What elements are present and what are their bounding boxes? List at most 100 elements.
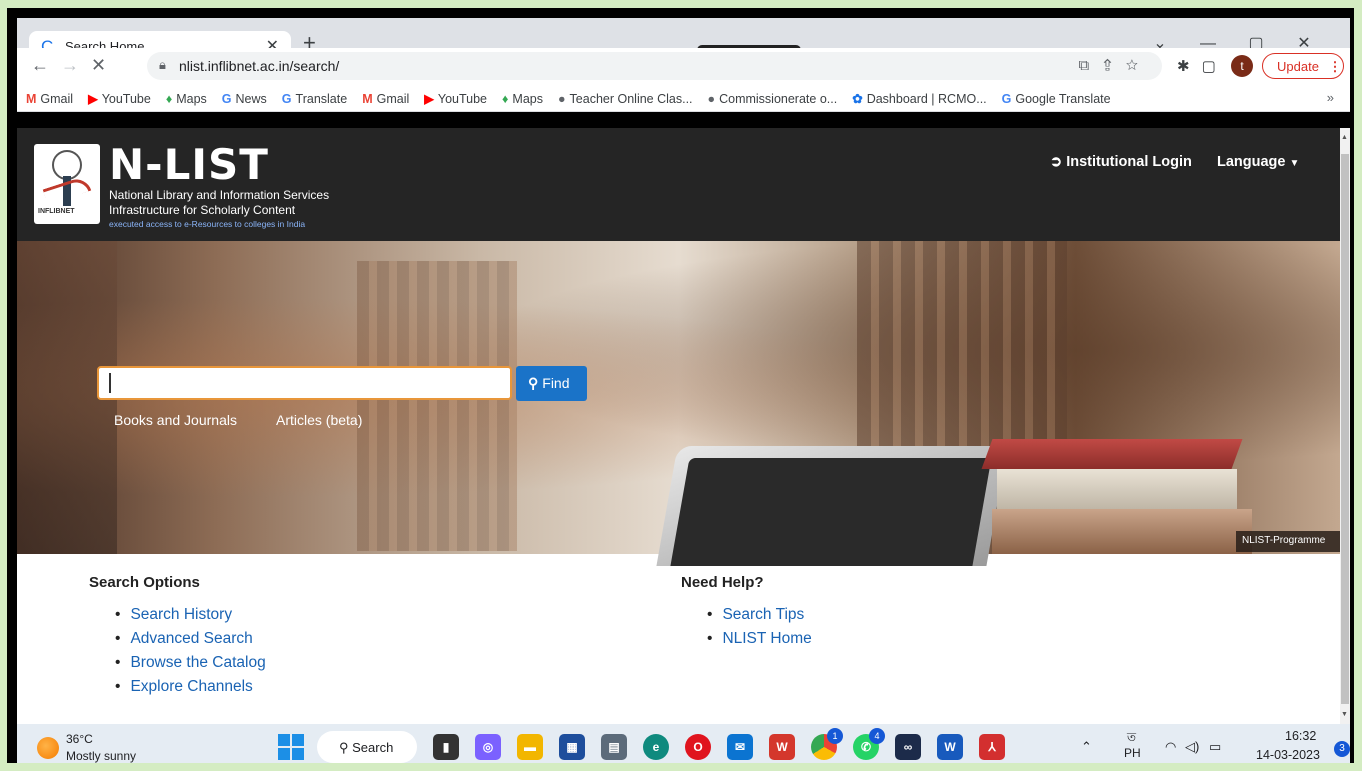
weather-temperature[interactable]: 36°C (66, 732, 93, 746)
bookmark-gmail-2[interactable]: M Gmail (356, 85, 415, 106)
search-input[interactable] (97, 366, 512, 400)
tagline-line-2: Infrastructure for Scholarly Content (109, 203, 296, 217)
chat-icon[interactable]: ◎ (475, 734, 501, 760)
side-panel-icon[interactable]: ▢ (1202, 58, 1228, 75)
extensions-icon[interactable]: ✱ (1177, 58, 1202, 75)
address-bar[interactable]: 🔒︎ nlist.inflibnet.ac.in/search/ ⧉⇪☆ (147, 52, 1162, 80)
search-icon: ⚲ (528, 375, 539, 391)
forward-arrow-icon[interactable]: → (61, 55, 79, 76)
stop-loading-icon[interactable]: ✕ (91, 55, 106, 76)
translate-icon[interactable]: ⧉ (1079, 57, 1104, 74)
screen-frame: C Search Home ✕ + ⌄—▢✕ 📷■⊡⚙ ← → ✕ 🔒︎ nli… (7, 8, 1354, 763)
toolbar-actions: ✱▢ (1177, 57, 1228, 75)
bookmark-news[interactable]: G News (216, 85, 273, 106)
site-brand[interactable]: N-LIST (109, 140, 269, 189)
globe-icon: ● (707, 92, 716, 106)
scope-books-and-journals[interactable]: Books and Journals (114, 412, 237, 428)
globe-icon: ● (557, 92, 566, 106)
clock-date[interactable]: 14-03-2023 (1256, 748, 1320, 762)
url-text[interactable]: nlist.inflibnet.ac.in/search/ (179, 58, 339, 74)
bookmark-teacher-online[interactable]: ● Teacher Online Clas... (552, 85, 699, 106)
acrobat-icon[interactable]: ⅄ (979, 734, 1005, 760)
gmail-icon: M (362, 92, 373, 106)
tagline-line-3: executed access to e-Resources to colleg… (109, 219, 306, 229)
word-icon[interactable]: W (937, 734, 963, 760)
volume-icon[interactable]: ◁) (1185, 739, 1199, 755)
webex-icon[interactable]: ∞ (895, 734, 921, 760)
bookmark-commissionerate[interactable]: ● Commissionerate o... (702, 85, 844, 106)
omnibox-actions: ⧉⇪☆ (1079, 57, 1152, 74)
wifi-icon[interactable]: ◠ (1165, 739, 1176, 755)
scope-articles[interactable]: Articles (beta) (276, 412, 362, 428)
opera-icon[interactable]: O (685, 734, 711, 760)
update-button[interactable]: Update ⋮ (1262, 53, 1344, 79)
bookmark-translate[interactable]: G Translate (276, 85, 353, 106)
more-bookmarks-icon[interactable]: » (1327, 90, 1334, 105)
bookmark-maps-2[interactable]: ♦ Maps (496, 85, 549, 106)
tab-strip: C Search Home ✕ + ⌄ — ▢ ✕ (17, 18, 1350, 61)
bookmark-maps[interactable]: ♦ Maps (160, 85, 213, 106)
help-links-list: Search Tips NLIST Home (707, 606, 812, 654)
inflibnet-logo[interactable]: INFLIBNET (34, 144, 100, 224)
input-language-code[interactable]: PH (1124, 746, 1141, 760)
edge-icon[interactable]: e (643, 734, 669, 760)
notification-badge[interactable]: 3 (1334, 741, 1350, 757)
task-view-icon[interactable]: ▮ (433, 734, 459, 760)
scroll-up-icon[interactable]: ▲ (1341, 134, 1348, 141)
file-explorer-icon[interactable]: ▬ (517, 734, 543, 760)
back-arrow-icon[interactable]: ← (31, 55, 49, 76)
need-help-heading: Need Help? (681, 574, 764, 591)
language-dropdown[interactable]: Language ▼ (1217, 154, 1299, 170)
store-icon[interactable]: ▦ (559, 734, 585, 760)
maps-icon: ♦ (502, 92, 509, 106)
calculator-icon[interactable]: ▤ (601, 734, 627, 760)
browse-catalog-link[interactable]: Browse the Catalog (115, 654, 265, 678)
advanced-search-link[interactable]: Advanced Search (115, 630, 266, 654)
lock-icon[interactable]: 🔒︎ (159, 57, 166, 73)
mail-icon[interactable]: ✉ (727, 734, 753, 760)
weather-icon[interactable] (37, 737, 59, 759)
hero-banner: ⚲ Find Books and Journals Articles (beta)… (17, 241, 1340, 566)
weather-description[interactable]: Mostly sunny (66, 749, 136, 763)
share-icon[interactable]: ⇪ (1103, 57, 1125, 74)
tagline-line-1: National Library and Information Service… (109, 188, 330, 202)
scroll-thumb[interactable] (1341, 154, 1349, 704)
windows-taskbar: 36°C Mostly sunny ⚲ Search ▮ ◎ ▬ ▦ ▤ e O… (17, 724, 1350, 763)
chrome-badge: 1 (827, 728, 843, 744)
taskbar-search[interactable]: ⚲ Search (317, 731, 417, 763)
youtube-icon: ▶ (88, 92, 98, 106)
search-history-link[interactable]: Search History (115, 606, 266, 630)
bookmark-google-translate[interactable]: G Google Translate (996, 85, 1117, 106)
bookmark-dashboard[interactable]: ✿ Dashboard | RCMO... (846, 84, 992, 106)
wps-icon[interactable]: W (769, 734, 795, 760)
news-icon: G (221, 92, 232, 106)
institutional-login-link[interactable]: ➲ Institutional Login (1050, 154, 1192, 170)
bookmark-youtube-2[interactable]: ▶ YouTube (418, 84, 493, 106)
windows-start-icon[interactable] (278, 734, 304, 760)
bookmarks-bar: M Gmail ▶ YouTube ♦ Maps G News G Translate M Gmail… (17, 84, 1350, 112)
gmail-icon: M (26, 92, 37, 106)
bookmark-star-icon[interactable]: ☆ (1126, 57, 1152, 74)
scroll-down-icon[interactable]: ▼ (1341, 711, 1348, 718)
explore-channels-link[interactable]: Explore Channels (115, 678, 266, 702)
page-scrollbar[interactable]: ▲ ▼ (1340, 128, 1350, 724)
search-tips-link[interactable]: Search Tips (707, 606, 812, 630)
find-button[interactable]: ⚲ Find (516, 366, 587, 401)
site-header: INFLIBNET N-LIST National Library and In… (17, 128, 1340, 241)
maps-icon: ♦ (165, 92, 173, 106)
translate-bookmark-icon: G (281, 92, 292, 106)
youtube-icon: ▶ (424, 92, 434, 106)
web-page: INFLIBNET N-LIST National Library and In… (17, 128, 1340, 724)
show-hidden-icons[interactable]: ⌃ (1081, 739, 1092, 755)
bookmark-gmail[interactable]: M Gmail (20, 85, 79, 106)
clock-time[interactable]: 16:32 (1285, 729, 1316, 743)
profile-avatar[interactable]: t (1231, 55, 1253, 77)
bookmark-youtube[interactable]: ▶ YouTube (82, 84, 157, 106)
laptop-image (656, 446, 1008, 566)
sign-in-icon: ➲ (1050, 154, 1067, 170)
nlist-home-link[interactable]: NLIST Home (707, 630, 811, 654)
whatsapp-badge: 4 (869, 728, 885, 744)
kebab-menu-icon[interactable]: ⋮ (1329, 59, 1342, 74)
battery-icon[interactable]: ▭ (1209, 739, 1221, 755)
address-toolbar: ← → ✕ 🔒︎ nlist.inflibnet.ac.in/search/ ⧉… (17, 48, 1350, 84)
